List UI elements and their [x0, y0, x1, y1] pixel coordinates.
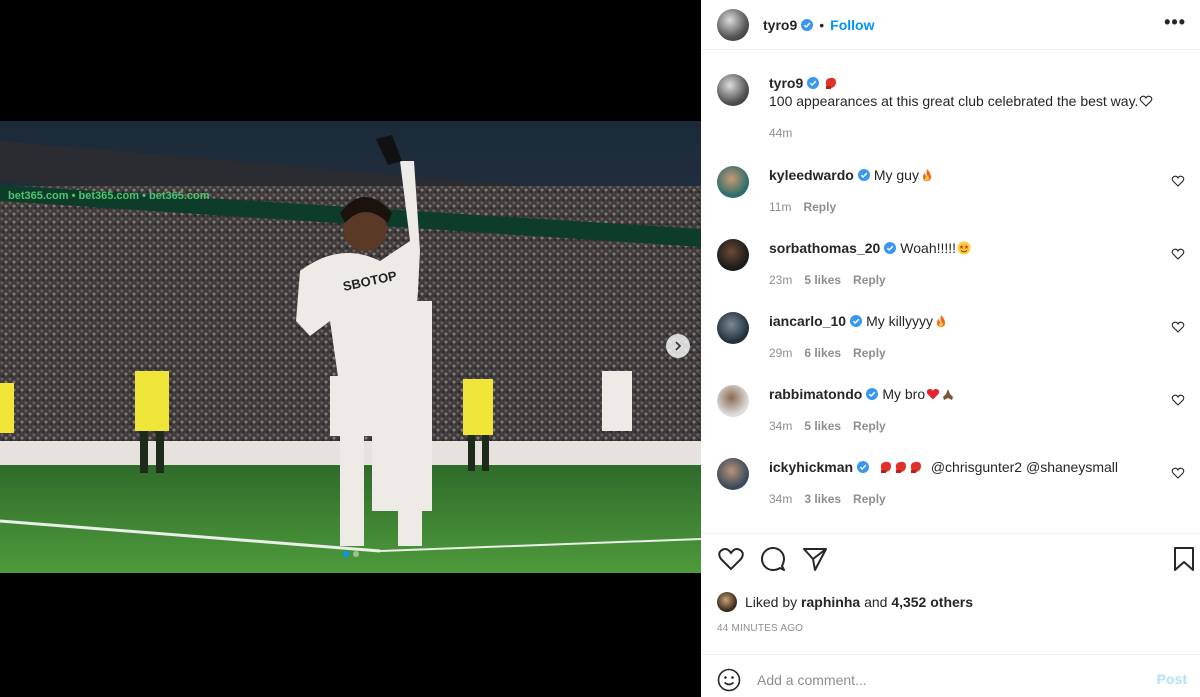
comment-bubble-icon[interactable] [759, 545, 787, 573]
comment-mentions[interactable]: @chrisgunter2 @shaneysmall [931, 459, 1118, 475]
verified-badge-icon [857, 169, 870, 181]
caption-time: 44m [769, 126, 793, 140]
next-slide-button[interactable] [666, 334, 690, 358]
comment-username[interactable]: iancarlo_10 [769, 313, 846, 329]
commenter-avatar[interactable] [717, 166, 749, 198]
commenter-avatar[interactable] [717, 312, 749, 344]
reply-button[interactable]: Reply [803, 200, 836, 214]
reply-button[interactable]: Reply [853, 346, 886, 360]
comment-time: 29m [769, 346, 793, 360]
white-heart-emoji-icon [1140, 95, 1153, 107]
verified-badge-icon [884, 242, 897, 254]
add-comment-bar: Post [717, 662, 1187, 697]
comment-username[interactable]: kyleedwardo [769, 167, 854, 183]
carousel-dot-active [342, 551, 349, 557]
author-avatar[interactable] [717, 74, 749, 106]
post-panel: tyro9 • Follow ••• tyro9 100 appearances… [701, 0, 1200, 697]
comment-box-divider [701, 654, 1200, 655]
verified-badge-icon [866, 388, 879, 400]
boxing-glove-emoji-icon [895, 461, 906, 473]
liker-username[interactable]: raphinha [801, 594, 860, 610]
comment-likes[interactable]: 6 likes [804, 346, 841, 360]
comment-time: 34m [769, 492, 793, 506]
commenter-avatar[interactable] [717, 385, 749, 417]
follow-button[interactable]: Follow [830, 17, 874, 33]
comment-likes[interactable]: 5 likes [804, 273, 841, 287]
bookmark-icon[interactable] [1170, 545, 1198, 573]
liker-avatar[interactable] [717, 592, 737, 612]
more-options-icon[interactable]: ••• [1164, 13, 1186, 31]
likes-summary: Liked by raphinha and 4,352 others [717, 592, 973, 612]
comment-likes[interactable]: 5 likes [804, 419, 841, 433]
like-comment-heart-icon[interactable] [1171, 466, 1185, 480]
comment-input[interactable] [757, 671, 1137, 688]
post-header: tyro9 • Follow ••• [701, 0, 1200, 50]
caption-username[interactable]: tyro9 [769, 75, 803, 91]
comment-text: Woah!!!!! [900, 240, 957, 256]
author-avatar[interactable] [717, 8, 749, 41]
post-actions [717, 545, 1194, 575]
comment-username[interactable]: ickyhickman [769, 459, 853, 475]
post-photo[interactable]: bet365.com • bet365.com • bet365.com SBO… [0, 121, 701, 573]
comments-list[interactable]: tyro9 100 appearances at this great club… [701, 58, 1200, 532]
like-heart-icon[interactable] [717, 545, 745, 573]
verified-badge-icon [857, 461, 870, 473]
caption-text: 100 appearances at this great club celeb… [769, 93, 1139, 109]
header-separator: • [819, 16, 825, 33]
red-heart-emoji-icon [926, 388, 940, 400]
fire-emoji-icon [936, 315, 945, 327]
liked-by-others[interactable]: 4,352 others [891, 594, 973, 610]
comment-time: 34m [769, 419, 793, 433]
boxing-glove-emoji-icon [880, 461, 891, 473]
comment-text: My killyyyy [866, 313, 933, 329]
reply-button[interactable]: Reply [853, 492, 886, 506]
boxing-glove-emoji-icon [910, 461, 921, 473]
like-comment-heart-icon[interactable] [1171, 320, 1185, 334]
verified-badge-icon [807, 77, 820, 89]
carousel-dot [352, 551, 359, 557]
comment-likes[interactable]: 3 likes [804, 492, 841, 506]
actions-divider [701, 533, 1200, 534]
emoji-smiley-icon[interactable] [717, 668, 741, 692]
comment-text: My bro [882, 386, 926, 402]
reply-button[interactable]: Reply [853, 419, 886, 433]
boxing-glove-emoji-icon [825, 77, 837, 89]
commenter-avatar[interactable] [717, 239, 749, 271]
post-timestamp[interactable]: 44 MINUTES AGO [717, 623, 803, 634]
liked-by-and: and [864, 594, 888, 610]
verified-badge-icon [850, 315, 863, 327]
star-eyes-emoji-icon [957, 241, 971, 255]
liked-by-prefix: Liked by [745, 594, 798, 610]
fire-emoji-icon [922, 169, 931, 181]
svg-text:bet365.com • bet365.com •: bet365.com • bet365.com • bet365.com [8, 190, 210, 202]
comment-time: 11m [769, 200, 792, 214]
chevron-right-icon [675, 341, 682, 351]
share-paper-plane-icon[interactable] [801, 545, 829, 573]
comment-time: 23m [769, 273, 793, 287]
carousel-indicator [0, 551, 701, 557]
reply-button[interactable]: Reply [853, 273, 886, 287]
comment-username[interactable]: sorbathomas_20 [769, 240, 880, 256]
like-comment-heart-icon[interactable] [1171, 393, 1185, 407]
like-comment-heart-icon[interactable] [1171, 174, 1185, 188]
post-media: bet365.com • bet365.com • bet365.com SBO… [0, 0, 701, 697]
comment-username[interactable]: rabbimatondo [769, 386, 862, 402]
author-username[interactable]: tyro9 [763, 17, 797, 33]
like-comment-heart-icon[interactable] [1171, 247, 1185, 261]
folded-hands-emoji-icon [943, 389, 954, 400]
comment-text: My guy [873, 167, 919, 183]
post-comment-button[interactable]: Post [1157, 671, 1187, 687]
verified-badge-icon [801, 18, 814, 31]
commenter-avatar[interactable] [717, 458, 749, 490]
